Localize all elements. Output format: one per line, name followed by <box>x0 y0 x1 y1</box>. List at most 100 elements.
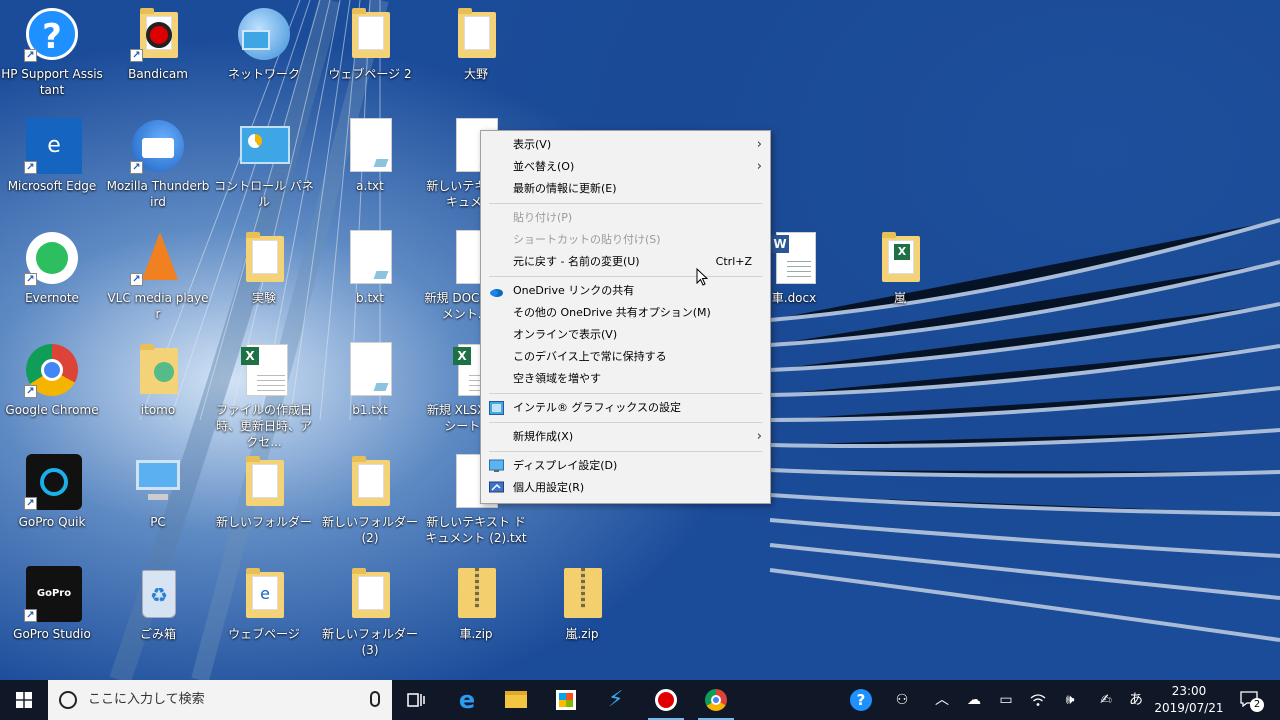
menu-item-free-space[interactable]: 空き領域を増やす <box>481 368 770 390</box>
menu-item-label: 個人用設定(R) <box>513 481 585 494</box>
tray-onedrive[interactable]: ☁ <box>958 680 990 720</box>
menu-item-personalize[interactable]: 個人用設定(R) <box>481 477 770 499</box>
excel-badge-icon: X <box>894 244 910 260</box>
menu-item-label: オンラインで表示(V) <box>513 328 618 341</box>
tray-pen[interactable]: ✍ <box>1090 680 1122 720</box>
desktop-icon-gopro-studio[interactable]: GoPro ↗ GoPro Studio <box>0 564 104 642</box>
taskbar-search-box[interactable]: ここに入力して検索 <box>48 680 392 720</box>
mouse-cursor-icon <box>696 268 708 286</box>
desktop-icon-a-txt[interactable]: a.txt <box>318 116 422 194</box>
intel-graphics-icon <box>489 401 504 415</box>
folder-icon <box>505 691 527 708</box>
tray-help[interactable]: ? <box>844 680 876 720</box>
task-view-button[interactable] <box>392 680 440 720</box>
taskbar-clock[interactable]: 23:00 2019/07/21 <box>1146 680 1232 720</box>
chrome-icon <box>705 689 727 711</box>
desktop-icon-file-xlsx[interactable]: X ファイルの作成日時、更新日時、アクセ... <box>212 340 316 450</box>
menu-item-refresh[interactable]: 最新の情報に更新(E) <box>481 178 770 200</box>
desktop-icon-evernote[interactable]: ↗ Evernote <box>0 228 104 306</box>
store-bag-icon <box>556 690 576 710</box>
icon-label: ごみ箱 <box>139 627 176 641</box>
taskbar-store[interactable] <box>542 680 590 720</box>
lightning-icon: ⚡ <box>608 687 624 712</box>
desktop-icon-gopro-quik[interactable]: ↗ GoPro Quik <box>0 452 104 530</box>
tray-battery[interactable]: ▭ <box>990 680 1022 720</box>
tray-volume[interactable]: 🕪 <box>1054 680 1086 720</box>
zip-folder-icon <box>564 568 602 618</box>
taskbar-edge[interactable]: e <box>443 680 491 720</box>
menu-item-view[interactable]: 表示(V) › <box>481 134 770 156</box>
taskbar: ここに入力して検索 e ⚡ ? ⚇ ︿ ☁ ▭ 🕪 ✍ あ 23:00 2019… <box>0 680 1280 720</box>
desktop-icon-thunderbird[interactable]: ↗ Mozilla Thunderbird <box>106 116 210 210</box>
menu-item-undo[interactable]: 元に戻す - 名前の変更(U) Ctrl+Z <box>481 251 770 273</box>
start-button[interactable] <box>0 680 48 720</box>
icon-label: Bandicam <box>128 67 188 81</box>
folder-icon <box>246 456 284 506</box>
chevron-right-icon: › <box>756 429 762 444</box>
desktop-icon-jikken[interactable]: 実験 <box>212 228 316 306</box>
menu-item-sort[interactable]: 並べ替え(O) › <box>481 156 770 178</box>
desktop-icon-recycle-bin[interactable]: ♻ ごみ箱 <box>106 564 210 642</box>
tray-people[interactable]: ⚇ <box>886 680 918 720</box>
menu-item-view-online[interactable]: オンラインで表示(V) <box>481 324 770 346</box>
menu-item-onedrive-link[interactable]: OneDrive リンクの共有 <box>481 280 770 302</box>
control-panel-icon <box>240 126 290 164</box>
edge-icon: e <box>458 686 476 714</box>
menu-item-label: OneDrive リンクの共有 <box>513 284 635 297</box>
taskbar-app-bolt[interactable]: ⚡ <box>592 680 640 720</box>
icon-label: ウェブページ <box>228 627 300 641</box>
folder-icon <box>352 568 390 618</box>
icon-label: ネットワーク <box>227 67 300 81</box>
microphone-icon[interactable] <box>370 691 380 707</box>
tray-show-hidden[interactable]: ︿ <box>926 680 958 720</box>
desktop-icon-ono[interactable]: 大野 <box>424 4 528 82</box>
desktop-icon-car-zip[interactable]: 車.zip <box>424 564 528 642</box>
menu-item-new[interactable]: 新規作成(X) › <box>481 426 770 448</box>
folder-icon <box>246 232 284 282</box>
desktop-icon-new-folder-3[interactable]: 新しいフォルダー (3) <box>318 564 422 658</box>
user-icon <box>154 362 174 382</box>
desktop-icon-itomo[interactable]: itomo <box>106 340 210 418</box>
desktop-icon-webpage[interactable]: e ウェブページ <box>212 564 316 642</box>
action-center-button[interactable]: 2 <box>1232 680 1272 720</box>
menu-item-keep-device[interactable]: このデバイス上で常に保持する <box>481 346 770 368</box>
desktop-icon-webpage2[interactable]: ウェブページ 2 <box>318 4 422 82</box>
speaker-icon: 🕪 <box>1065 692 1075 708</box>
desktop-icon-vlc[interactable]: ↗ VLC media player <box>106 228 210 322</box>
menu-item-label: 貼り付け(P) <box>513 211 573 224</box>
desktop-icon-arashi-zip[interactable]: 嵐.zip <box>530 564 634 642</box>
tray-wifi[interactable] <box>1022 680 1054 720</box>
desktop-icon-b1-txt[interactable]: b1.txt <box>318 340 422 418</box>
desktop-icon-bandicam[interactable]: ↗ Bandicam <box>106 4 210 82</box>
icon-label: 車.zip <box>459 627 493 641</box>
desktop-icon-hp-support[interactable]: ? ↗ HP Support Assistant <box>0 4 104 98</box>
icon-label: GoPro Quik <box>18 515 86 529</box>
taskbar-file-explorer[interactable] <box>492 680 540 720</box>
desktop-icon-control-panel[interactable]: コントロール パネル <box>212 116 316 210</box>
desktop-icon-new-folder-2[interactable]: 新しいフォルダー (2) <box>318 452 422 546</box>
taskbar-bandicam[interactable] <box>642 680 690 720</box>
chevron-up-icon: ︿ <box>935 692 949 708</box>
desktop-icon-edge[interactable]: e ↗ Microsoft Edge <box>0 116 104 194</box>
desktop-icon-arashi[interactable]: X 嵐 <box>848 228 952 306</box>
text-file-icon <box>350 342 392 396</box>
menu-item-intel-graphics[interactable]: インテル® グラフィックスの設定 <box>481 397 770 419</box>
icon-label: Google Chrome <box>5 403 99 417</box>
taskbar-chrome[interactable] <box>692 680 740 720</box>
wifi-icon <box>1030 694 1046 706</box>
word-file-icon: W <box>771 232 816 284</box>
zip-folder-icon <box>458 568 496 618</box>
desktop-icon-network[interactable]: ネットワーク <box>212 4 316 82</box>
menu-item-display-settings[interactable]: ディスプレイ設定(D) <box>481 455 770 477</box>
battery-icon: ▭ <box>999 692 1013 708</box>
menu-item-label: 表示(V) <box>513 138 552 151</box>
menu-item-onedrive-more[interactable]: その他の OneDrive 共有オプション(M) <box>481 302 770 324</box>
menu-item-label: 元に戻す - 名前の変更(U) <box>513 255 640 268</box>
folder-icon <box>352 456 390 506</box>
desktop-icon-chrome[interactable]: ↗ Google Chrome <box>0 340 104 418</box>
desktop[interactable]: ? ↗ HP Support Assistant e ↗ Microsoft Edg… <box>0 0 1280 680</box>
desktop-icon-pc[interactable]: PC <box>106 452 210 530</box>
help-icon: ? <box>850 689 872 711</box>
desktop-icon-new-folder[interactable]: 新しいフォルダー <box>212 452 316 530</box>
desktop-icon-b-txt[interactable]: b.txt <box>318 228 422 306</box>
